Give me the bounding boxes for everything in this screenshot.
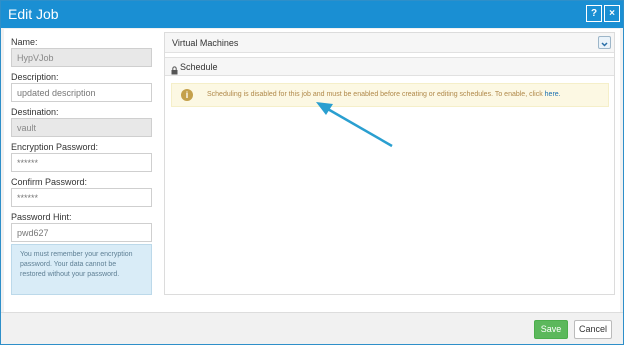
encryption-password-field[interactable]: ******	[11, 153, 152, 172]
save-button[interactable]: Save	[534, 320, 568, 339]
schedule-disabled-alert: i Scheduling is disabled for this job an…	[171, 83, 609, 107]
lock-icon	[171, 62, 178, 80]
close-icon[interactable]: ×	[604, 5, 620, 22]
name-label: Name:	[11, 37, 38, 47]
dialog-body: Name: HypVJob Description: updated descr…	[4, 29, 620, 312]
name-field: HypVJob	[11, 48, 152, 67]
help-icon[interactable]: ?	[586, 5, 602, 22]
virtual-machines-header[interactable]: Virtual Machines	[165, 33, 614, 53]
description-label: Description:	[11, 72, 59, 82]
virtual-machines-label: Virtual Machines	[172, 38, 239, 48]
cancel-button[interactable]: Cancel	[574, 320, 612, 339]
dialog-title: Edit Job	[8, 6, 59, 22]
destination-label: Destination:	[11, 107, 59, 117]
job-settings-panel: Virtual Machines Schedule i Scheduling i…	[164, 32, 615, 295]
schedule-header: Schedule	[165, 57, 614, 76]
alert-text: Scheduling is disabled for this job and …	[207, 91, 543, 98]
chevron-down-icon[interactable]	[598, 36, 611, 49]
confirm-password-field[interactable]: ******	[11, 188, 152, 207]
encryption-password-label: Encryption Password:	[11, 142, 99, 152]
destination-field: vault	[11, 118, 152, 137]
password-hint-label: Password Hint:	[11, 212, 72, 222]
schedule-label: Schedule	[180, 62, 218, 72]
edit-job-dialog: Edit Job ? × Name: HypVJob Description: …	[0, 0, 624, 345]
titlebar: Edit Job ? ×	[1, 1, 623, 28]
alert-message: Scheduling is disabled for this job and …	[207, 91, 561, 98]
password-note: You must remember your encryption passwo…	[11, 244, 152, 295]
enable-here-link[interactable]: here.	[545, 91, 561, 98]
description-field[interactable]: updated description	[11, 83, 152, 102]
password-hint-field[interactable]: pwd627	[11, 223, 152, 242]
info-icon: i	[181, 89, 193, 101]
confirm-password-label: Confirm Password:	[11, 177, 88, 187]
dialog-footer: Save Cancel	[1, 312, 623, 344]
